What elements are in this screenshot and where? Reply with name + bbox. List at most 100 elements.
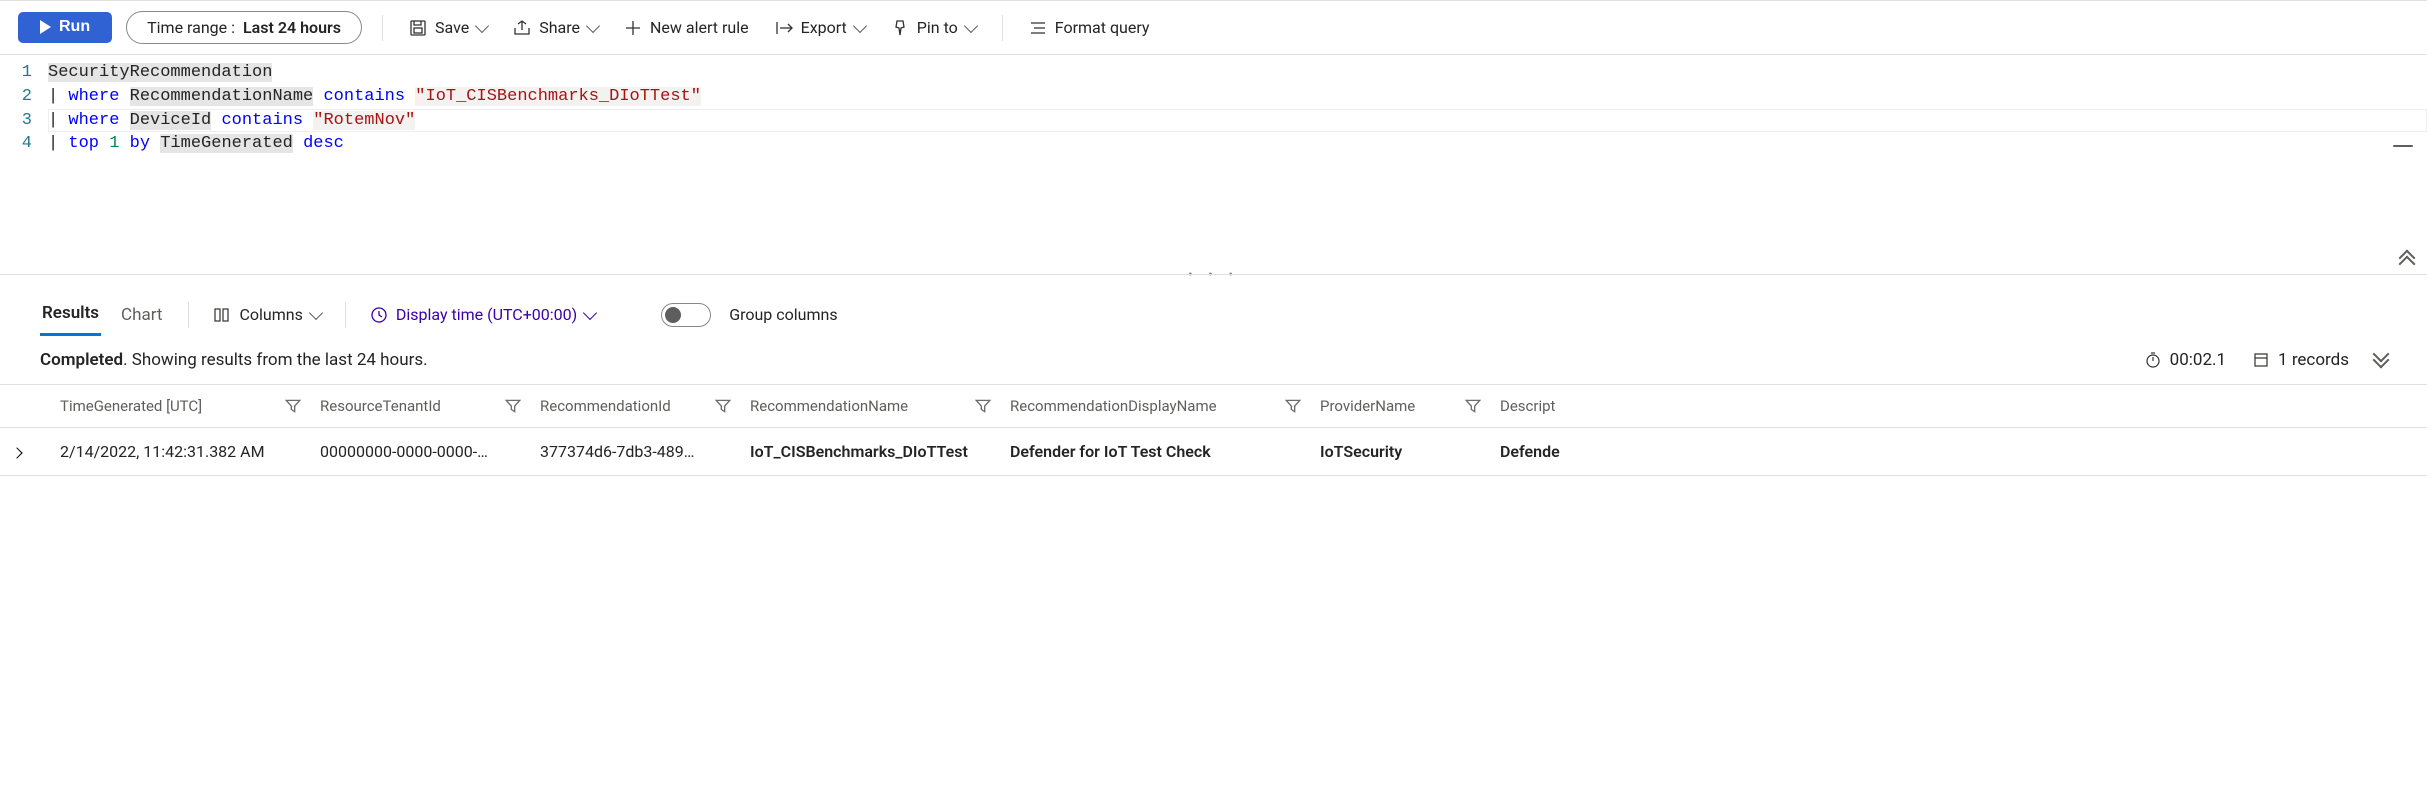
line-number: 4 [0, 132, 48, 156]
chevron-down-icon [583, 305, 597, 319]
filter-icon[interactable] [714, 397, 732, 415]
expand-row-button[interactable] [0, 442, 34, 461]
columns-icon [213, 306, 231, 324]
code-token: | [48, 134, 58, 153]
chevron-down-icon [964, 18, 978, 32]
new-alert-label: New alert rule [650, 18, 749, 37]
line-number: 3 [0, 109, 48, 133]
col-resourcetenantid[interactable]: ResourceTenantId [320, 397, 540, 415]
code-token: TimeGenerated [160, 134, 293, 153]
pin-label: Pin to [917, 18, 958, 37]
cell-resourcetenantid: 00000000-0000-0000-… [320, 442, 540, 461]
clock-icon [370, 306, 388, 324]
th-label: RecommendationDisplayName [1010, 397, 1217, 415]
code-token: where [68, 111, 119, 130]
tab-chart[interactable]: Chart [119, 295, 164, 335]
plus-icon [624, 19, 642, 37]
chevron-down-icon [853, 18, 867, 32]
collapse-icon[interactable] [2393, 145, 2413, 147]
toolbar-divider [345, 302, 346, 328]
th-label: RecommendationName [750, 397, 908, 415]
chevron-down-icon [475, 18, 489, 32]
th-label: RecommendationId [540, 397, 671, 415]
export-button[interactable]: Export [769, 14, 871, 41]
status-sep: . [123, 350, 132, 370]
th-label: ResourceTenantId [320, 397, 441, 415]
status-completed: Completed [40, 350, 123, 370]
save-label: Save [435, 18, 469, 37]
code-token: "RotemNov" [313, 111, 415, 130]
code-token: | [48, 111, 58, 130]
table-header: TimeGenerated [UTC] ResourceTenantId Rec… [0, 385, 2427, 427]
code-token: RecommendationName [130, 87, 314, 106]
toggle-knob [665, 307, 681, 323]
cell-providername: IoTSecurity [1320, 442, 1500, 461]
run-label: Run [59, 18, 90, 36]
format-label: Format query [1055, 18, 1150, 37]
pin-icon [891, 19, 909, 37]
cell-recommendationname: IoT_CISBenchmarks_DIoTTest [750, 442, 1010, 461]
save-icon [409, 19, 427, 37]
records-icon [2252, 351, 2270, 369]
format-query-button[interactable]: Format query [1023, 14, 1156, 41]
records-value: 1 records [2278, 350, 2349, 370]
col-providername[interactable]: ProviderName [1320, 397, 1500, 415]
results-toolbar: Results Chart Columns Display time (UTC+… [0, 287, 2427, 336]
chevron-down-icon [586, 18, 600, 32]
export-icon [775, 19, 793, 37]
toolbar-divider [188, 302, 189, 328]
play-icon [40, 20, 51, 34]
th-label: TimeGenerated [UTC] [60, 397, 202, 415]
group-columns-label: Group columns [729, 305, 837, 324]
time-range-picker[interactable]: Time range : Last 24 hours [126, 11, 362, 44]
table-row[interactable]: 2/14/2022, 11:42:31.382 AM 00000000-0000… [0, 427, 2427, 475]
code-token: where [68, 87, 119, 106]
col-description[interactable]: Descript [1500, 397, 2427, 415]
expand-down-icon[interactable] [2375, 354, 2387, 366]
time-range-label: Time range : [147, 18, 235, 37]
filter-icon[interactable] [1284, 397, 1302, 415]
new-alert-button[interactable]: New alert rule [618, 14, 755, 41]
stopwatch-icon [2144, 351, 2162, 369]
col-recommendationname[interactable]: RecommendationName [750, 397, 1010, 415]
display-time-button[interactable]: Display time (UTC+00:00) [370, 305, 595, 324]
filter-icon[interactable] [1464, 397, 1482, 415]
chevron-down-icon [309, 305, 323, 319]
code-token: "IoT_CISBenchmarks_DIoTTest" [415, 87, 701, 106]
duration-value: 00:02.1 [2170, 350, 2226, 370]
share-button[interactable]: Share [507, 14, 604, 41]
code-token: top [68, 134, 99, 153]
filter-icon[interactable] [284, 397, 302, 415]
tab-results[interactable]: Results [40, 293, 101, 336]
cell-description: Defende [1500, 442, 2427, 461]
display-time-label: Display time (UTC+00:00) [396, 305, 577, 324]
th-label: Descript [1500, 397, 1555, 415]
code-token: SecurityRecommendation [48, 63, 272, 82]
columns-button[interactable]: Columns [213, 305, 320, 324]
cell-recommendationdisplayname: Defender for IoT Test Check [1010, 442, 1320, 461]
code-token: contains [221, 111, 303, 130]
line-number: 2 [0, 85, 48, 109]
scroll-up-icon[interactable] [2401, 252, 2413, 264]
code-token: | [48, 87, 58, 106]
col-recommendationid[interactable]: RecommendationId [540, 397, 750, 415]
toolbar-divider [382, 15, 383, 41]
pin-button[interactable]: Pin to [885, 14, 982, 41]
duration-indicator: 00:02.1 [2144, 350, 2226, 370]
columns-label: Columns [239, 305, 302, 324]
toolbar-divider [1002, 15, 1003, 41]
run-button[interactable]: Run [18, 12, 112, 43]
query-editor[interactable]: 1 SecurityRecommendation 2 | where Recom… [0, 55, 2427, 275]
line-number: 1 [0, 61, 48, 85]
th-label: ProviderName [1320, 397, 1415, 415]
col-timegenerated[interactable]: TimeGenerated [UTC] [60, 397, 320, 415]
filter-icon[interactable] [504, 397, 522, 415]
code-token: DeviceId [130, 111, 212, 130]
filter-icon[interactable] [974, 397, 992, 415]
save-button[interactable]: Save [403, 14, 493, 41]
col-recommendationdisplayname[interactable]: RecommendationDisplayName [1010, 397, 1320, 415]
share-label: Share [539, 18, 580, 37]
cell-recommendationid: 377374d6-7db3-489… [540, 442, 750, 461]
group-columns-toggle[interactable] [661, 303, 711, 327]
format-icon [1029, 19, 1047, 37]
